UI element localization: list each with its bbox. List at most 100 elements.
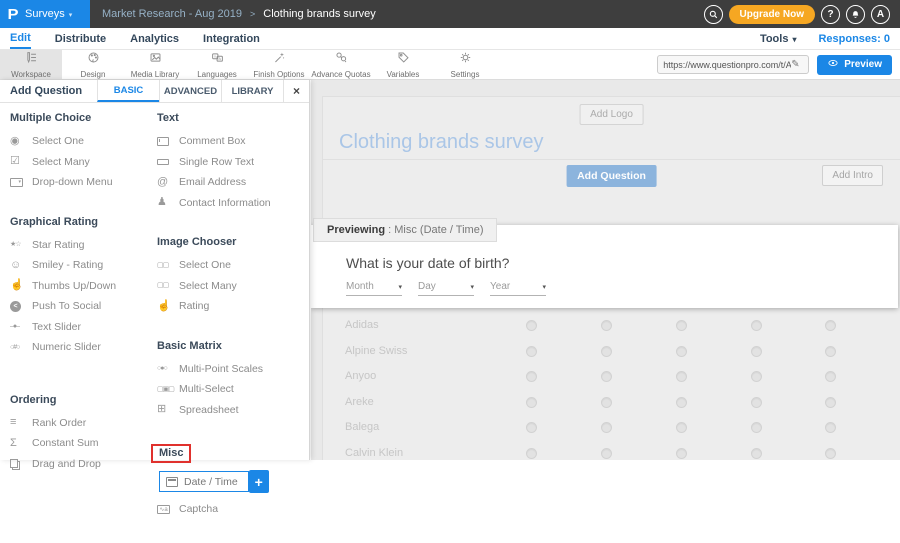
year-select[interactable]: Year — [490, 281, 546, 296]
qtype-star-rating[interactable]: ★☆Star Rating — [10, 235, 157, 256]
qtype-select-one[interactable]: ◉Select One — [10, 131, 157, 152]
qtype-smiley-rating[interactable]: ☺Smiley - Rating — [10, 255, 157, 276]
matrix-radio — [526, 422, 537, 433]
toolbar-workspace[interactable]: Workspace — [0, 50, 62, 79]
tab-basic[interactable]: BASIC — [97, 80, 159, 102]
toolbar-design[interactable]: Design — [62, 50, 124, 79]
add-intro-button: Add Intro — [822, 165, 883, 186]
avatar[interactable]: A — [871, 5, 890, 24]
panel-title: Add Question — [0, 80, 97, 102]
smiley-icon: ☺ — [10, 260, 32, 271]
qtype-thumbs-up-down[interactable]: ☝Thumbs Up/Down — [10, 276, 157, 297]
email-icon: @ — [157, 177, 179, 188]
toolbar-variables[interactable]: Variables — [372, 50, 434, 79]
edit-url-icon[interactable]: ✎ — [791, 59, 799, 70]
matrix-radio — [825, 371, 836, 382]
section-basic-matrix: Basic Matrix — [157, 340, 309, 352]
nav-edit[interactable]: Edit — [10, 28, 31, 49]
chevron-down-icon — [394, 281, 402, 292]
matrix-radio — [751, 397, 762, 408]
matrix-radio — [601, 371, 612, 382]
upgrade-now-button[interactable]: Upgrade Now — [729, 5, 815, 24]
qtype-image-rating[interactable]: ☝Rating — [157, 296, 309, 317]
numeric-slider-icon: ○#○ — [10, 344, 32, 351]
matrix-radio — [526, 320, 537, 331]
qtype-constant-sum[interactable]: ΣConstant Sum — [10, 433, 157, 454]
brand-matrix: Adidas Alpine Swiss Anyoo Areke Balega C… — [323, 313, 900, 460]
matrix-radio — [825, 422, 836, 433]
section-graphical-rating: Graphical Rating — [10, 216, 157, 228]
qtype-date-time[interactable]: Date / Time — [159, 471, 249, 492]
survey-url-box: ✎ — [657, 55, 809, 74]
responses-count[interactable]: Responses: 0 — [818, 33, 890, 45]
spreadsheet-icon: ⊞ — [157, 404, 179, 415]
tab-library[interactable]: LIBRARY — [221, 80, 283, 102]
table-row: Anyoo — [323, 364, 900, 390]
qtype-spreadsheet[interactable]: ⊞Spreadsheet — [157, 400, 309, 421]
qtype-text-slider[interactable]: –●–Text Slider — [10, 317, 157, 338]
toolbar-advance-quotas[interactable]: Advance Quotas — [310, 50, 372, 79]
qtype-dropdown-menu[interactable]: Drop-down Menu — [10, 172, 157, 193]
qtype-email-address[interactable]: @Email Address — [157, 172, 309, 193]
matrix-radio — [751, 422, 762, 433]
main-nav: Edit Distribute Analytics Integration To… — [0, 28, 900, 50]
section-multiple-choice: Multiple Choice — [10, 112, 157, 124]
qtype-rank-order[interactable]: ≡Rank Order — [10, 413, 157, 434]
breadcrumb: Market Research - Aug 2019 > Clothing br… — [102, 8, 376, 20]
tab-advanced[interactable]: ADVANCED — [159, 80, 221, 102]
close-icon[interactable]: × — [283, 80, 309, 102]
qtype-comment-box[interactable]: Comment Box — [157, 131, 309, 152]
nav-integration[interactable]: Integration — [203, 28, 260, 49]
checkbox-list-icon: ☑ — [10, 156, 32, 167]
question-text: What is your date of birth? — [346, 255, 509, 271]
qtype-select-many[interactable]: ☑Select Many — [10, 152, 157, 173]
month-select[interactable]: Month — [346, 281, 402, 296]
matrix-radio — [751, 346, 762, 357]
matrix-radio — [676, 448, 687, 459]
qtype-drag-and-drop[interactable]: Drag and Drop — [10, 454, 157, 475]
qtype-contact-information[interactable]: ♟Contact Information — [157, 193, 309, 214]
table-row: Alpine Swiss — [323, 339, 900, 365]
add-date-time-button[interactable]: + — [249, 470, 269, 493]
survey-title: Clothing brands survey — [339, 131, 544, 154]
top-bar: P Surveys Market Research - Aug 2019 > C… — [0, 0, 900, 28]
matrix-radio — [825, 320, 836, 331]
matrix-radio — [825, 346, 836, 357]
rank-order-icon: ≡ — [10, 417, 32, 428]
chevron-down-icon — [466, 281, 474, 292]
design-icon — [87, 51, 100, 69]
toolbar-languages[interactable]: xA Languages — [186, 50, 248, 79]
help-icon[interactable]: ? — [821, 5, 840, 24]
toolbar-settings[interactable]: Settings — [434, 50, 496, 79]
toolbar-media-library[interactable]: Media Library — [124, 50, 186, 79]
preview-button[interactable]: Preview — [817, 55, 892, 75]
tools-menu[interactable]: Tools — [760, 33, 797, 45]
qtype-captcha[interactable]: ∿aCaptcha — [157, 499, 309, 520]
qtype-image-select-one[interactable]: ▢▢Select One — [157, 255, 309, 276]
day-select[interactable]: Day — [418, 281, 474, 296]
surveys-product-menu[interactable]: P Surveys — [0, 0, 90, 28]
captcha-icon: ∿a — [157, 505, 179, 514]
qtype-multi-point-scales[interactable]: ○●○Multi-Point Scales — [157, 359, 309, 380]
matrix-radio — [751, 448, 762, 459]
nav-analytics[interactable]: Analytics — [130, 28, 179, 49]
contact-icon: ♟ — [157, 197, 179, 208]
qtype-image-select-many[interactable]: ▢▢Select Many — [157, 276, 309, 297]
qtype-multi-select[interactable]: ▢▣▢Multi-Select — [157, 379, 309, 400]
survey-url-input[interactable] — [663, 60, 791, 70]
search-icon[interactable] — [704, 5, 723, 24]
bell-icon[interactable] — [846, 5, 865, 24]
qtype-single-row-text[interactable]: Single Row Text — [157, 152, 309, 173]
edit-toolbar: Workspace Design Media Library xA Langua… — [0, 50, 900, 80]
qtype-numeric-slider[interactable]: ○#○Numeric Slider — [10, 337, 157, 358]
product-label: Surveys — [25, 8, 72, 20]
finish-options-icon — [273, 51, 286, 69]
matrix-radio — [676, 320, 687, 331]
settings-icon — [459, 51, 472, 69]
svg-text:A: A — [218, 57, 221, 61]
toolbar-finish-options[interactable]: Finish Options — [248, 50, 310, 79]
breadcrumb-parent[interactable]: Market Research - Aug 2019 — [102, 8, 242, 20]
matrix-radio — [526, 371, 537, 382]
qtype-push-to-social[interactable]: <Push To Social — [10, 296, 157, 317]
nav-distribute[interactable]: Distribute — [55, 28, 106, 49]
